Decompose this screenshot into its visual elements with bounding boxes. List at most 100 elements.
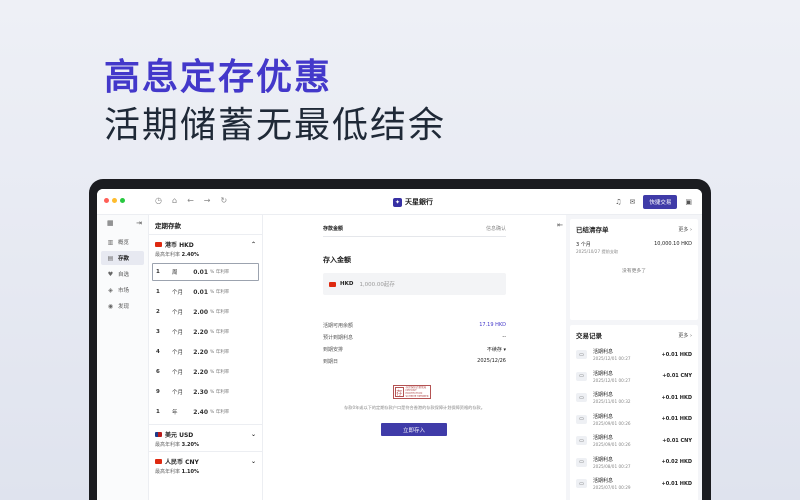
lock-icon[interactable]: ▣ [685,198,692,206]
term-rate-suffix: % 年利率 [210,410,230,415]
home-icon[interactable]: ⌂ [172,196,177,205]
term-unit: 个月 [172,390,184,396]
transactions-more-link[interactable]: 更多 › [678,332,692,339]
term-unit: 个月 [172,290,184,296]
forward-arrow-icon[interactable]: → [204,196,211,205]
currency-best-rate: 最高年利率 2.40% [149,250,262,261]
amount-input[interactable]: HKD 1,000.00起存 [323,273,506,295]
transaction-amount: +0.01 HKD [661,351,692,358]
right-panel: 已结清存单 更多 › 3 个月 10,000.10 HKD 2025/10/27… [566,215,702,500]
transaction-info: 活期利息 2025/12/01 00:27 [593,370,662,383]
transaction-row[interactable]: ▭ 活期利息 2025/09/01 00:26 +0.01 HKD [570,409,698,431]
no-more-text: 没有更多了 [622,269,646,274]
term-unit: 个月 [172,310,184,316]
collapse-sidebar-icon[interactable]: ⇥ [136,219,142,227]
transaction-time: 2025/07/01 00:29 [593,485,631,491]
term-rate: 2.00 [193,308,208,316]
term-option[interactable]: 1 周 0.01% 年利率 [152,263,259,281]
matured-card: 已结清存单 更多 › 3 个月 10,000.10 HKD 2025/10/27… [570,219,698,320]
chevron-down-icon[interactable]: ▾ [503,347,506,353]
best-rate-label: 最高年利率 [155,469,181,475]
term-number: 9 [156,389,160,395]
app-window: ◷ ⌂ ← → ↻ ✦ 天星銀行 ♫ ✉ 快捷交易 ▣ ▦ ⇥ ▥ 概览 ▤ 存… [97,189,702,500]
term-option[interactable]: 2 个月 2.00% 年利率 [152,303,259,321]
us-flag-icon [155,432,162,437]
term-option[interactable]: 1 个月 0.01% 年利率 [152,283,259,301]
sidebar-item-label: 发现 [118,304,130,310]
matured-amount: 10,000.10 HKD [654,241,692,247]
zoom-window-dot[interactable] [120,198,125,203]
bell-icon[interactable]: ♫ [615,198,621,206]
sidebar-item-market[interactable]: ◈ 市场 [101,283,144,297]
detail-value-text: 17.19 HKD [479,322,506,328]
back-arrow-icon[interactable]: ← [187,196,194,205]
minimize-window-dot[interactable] [112,198,117,203]
currency-header-cny[interactable]: 人民币 CNY ⌄ [149,452,262,467]
sidebar-item-overview[interactable]: ▥ 概览 [101,235,144,249]
form-detail-row[interactable]: 到期安排 不续存 ▾ [323,343,506,355]
currency-best-rate: 最高年利率 3.20% [149,440,262,451]
transaction-amount: +0.01 CNY [662,373,692,380]
sidebar-item-deposit[interactable]: ▤ 存款 [101,251,144,265]
term-option[interactable]: 4 个月 2.20% 年利率 [152,343,259,361]
term-option[interactable]: 6 个月 2.20% 年利率 [152,363,259,381]
transaction-info: 活期利息 2025/09/01 00:26 [593,434,662,447]
refresh-icon[interactable]: ↻ [220,196,227,205]
rate-suffix: 年利率 [215,350,230,355]
transaction-time: 2025/12/01 00:27 [593,356,631,362]
transaction-row[interactable]: ▭ 活期利息 2025/12/01 00:27 +0.01 HKD [570,344,698,366]
form-details: 活期可用余额 17.19 HKD 预计到期利息 -- 到期安排 不续存 ▾ 到期日 2025/… [263,319,566,367]
transaction-row[interactable]: ▭ 活期利息 2025/07/01 00:29 +0.01 HKD [570,473,698,495]
rate-suffix: 年利率 [215,410,230,415]
amount-currency: HKD [340,281,354,287]
bank-logo-icon: ✦ [393,197,402,207]
matured-date: 2025/10/27 [576,249,601,254]
chevron-down-icon[interactable]: ⌄ [251,431,256,438]
term-number: 1 [156,289,160,295]
rate-suffix: 年利率 [215,330,230,335]
term-unit: 年 [172,410,178,416]
transaction-time: 2025/11/01 00:32 [593,399,631,405]
term-option[interactable]: 1 年 2.40% 年利率 [152,403,259,421]
transaction-row[interactable]: ▭ 活期利息 2025/12/01 00:27 +0.01 CNY [570,366,698,388]
rate-suffix: 年利率 [215,290,230,295]
matured-more-link[interactable]: 更多 › [678,226,692,233]
currency-block-usd: 美元 USD ⌄ 最高年利率 3.20% [149,424,262,451]
step-amount: 存款金额 [323,226,344,232]
transaction-row[interactable]: ▭ 活期利息 2025/11/01 00:32 +0.01 HKD [570,387,698,409]
term-number: 4 [156,349,160,355]
currency-header-hkd[interactable]: 港币 HKD ⌃ [149,235,262,250]
expand-panel-icon[interactable]: ⇤ [557,221,563,229]
chevron-up-icon[interactable]: ⌃ [251,241,256,248]
mail-icon[interactable]: ✉ [629,198,635,206]
close-window-dot[interactable] [104,198,109,203]
sidebar-item-watchlist[interactable]: ♥ 自选 [101,267,144,281]
transaction-time: 2025/09/01 00:26 [593,442,631,448]
sidebar-item-discover[interactable]: ◉ 发现 [101,299,144,313]
form-steps: 存款金额 信息确认 [323,225,506,237]
term-option[interactable]: 9 个月 2.30% 年利率 [152,383,259,401]
interest-icon: ▭ [576,479,587,489]
detail-value-text: 不续存 [486,346,502,353]
detail-value: -- [502,334,506,340]
best-rate-label: 最高年利率 [155,442,181,448]
deposit-now-button[interactable]: 立即存入 [381,423,447,436]
sidebar-header: ▦ ⇥ [97,215,148,233]
rate-suffix: 年利率 [215,270,230,275]
term-option[interactable]: 3 个月 2.20% 年利率 [152,323,259,341]
currency-header-usd[interactable]: 美元 USD ⌄ [149,425,262,440]
sidebar: ▦ ⇥ ▥ 概览 ▤ 存款 ♥ 自选 ◈ 市场 ◉ 发现 [97,215,149,500]
clock-icon[interactable]: ◷ [155,196,162,205]
matured-item[interactable]: 3 个月 10,000.10 HKD [570,238,698,248]
transaction-row[interactable]: ▭ 活期利息 2025/09/01 00:26 +0.01 CNY [570,430,698,452]
transaction-row[interactable]: ▭ 活期利息 2025/08/01 00:27 +0.02 HKD [570,452,698,474]
term-rate-suffix: % 年利率 [210,290,230,295]
quick-trade-button[interactable]: 快捷交易 [643,195,678,209]
transaction-amount: +0.01 HKD [661,480,692,487]
term-number: 3 [156,329,160,335]
chevron-down-icon[interactable]: ⌄ [251,458,256,465]
term-rate: 2.30 [193,388,208,396]
transactions-card-header: 交易记录 更多 › [570,325,698,344]
grid-menu-icon[interactable]: ▦ [107,219,114,227]
compass-icon: ◉ [107,302,114,310]
